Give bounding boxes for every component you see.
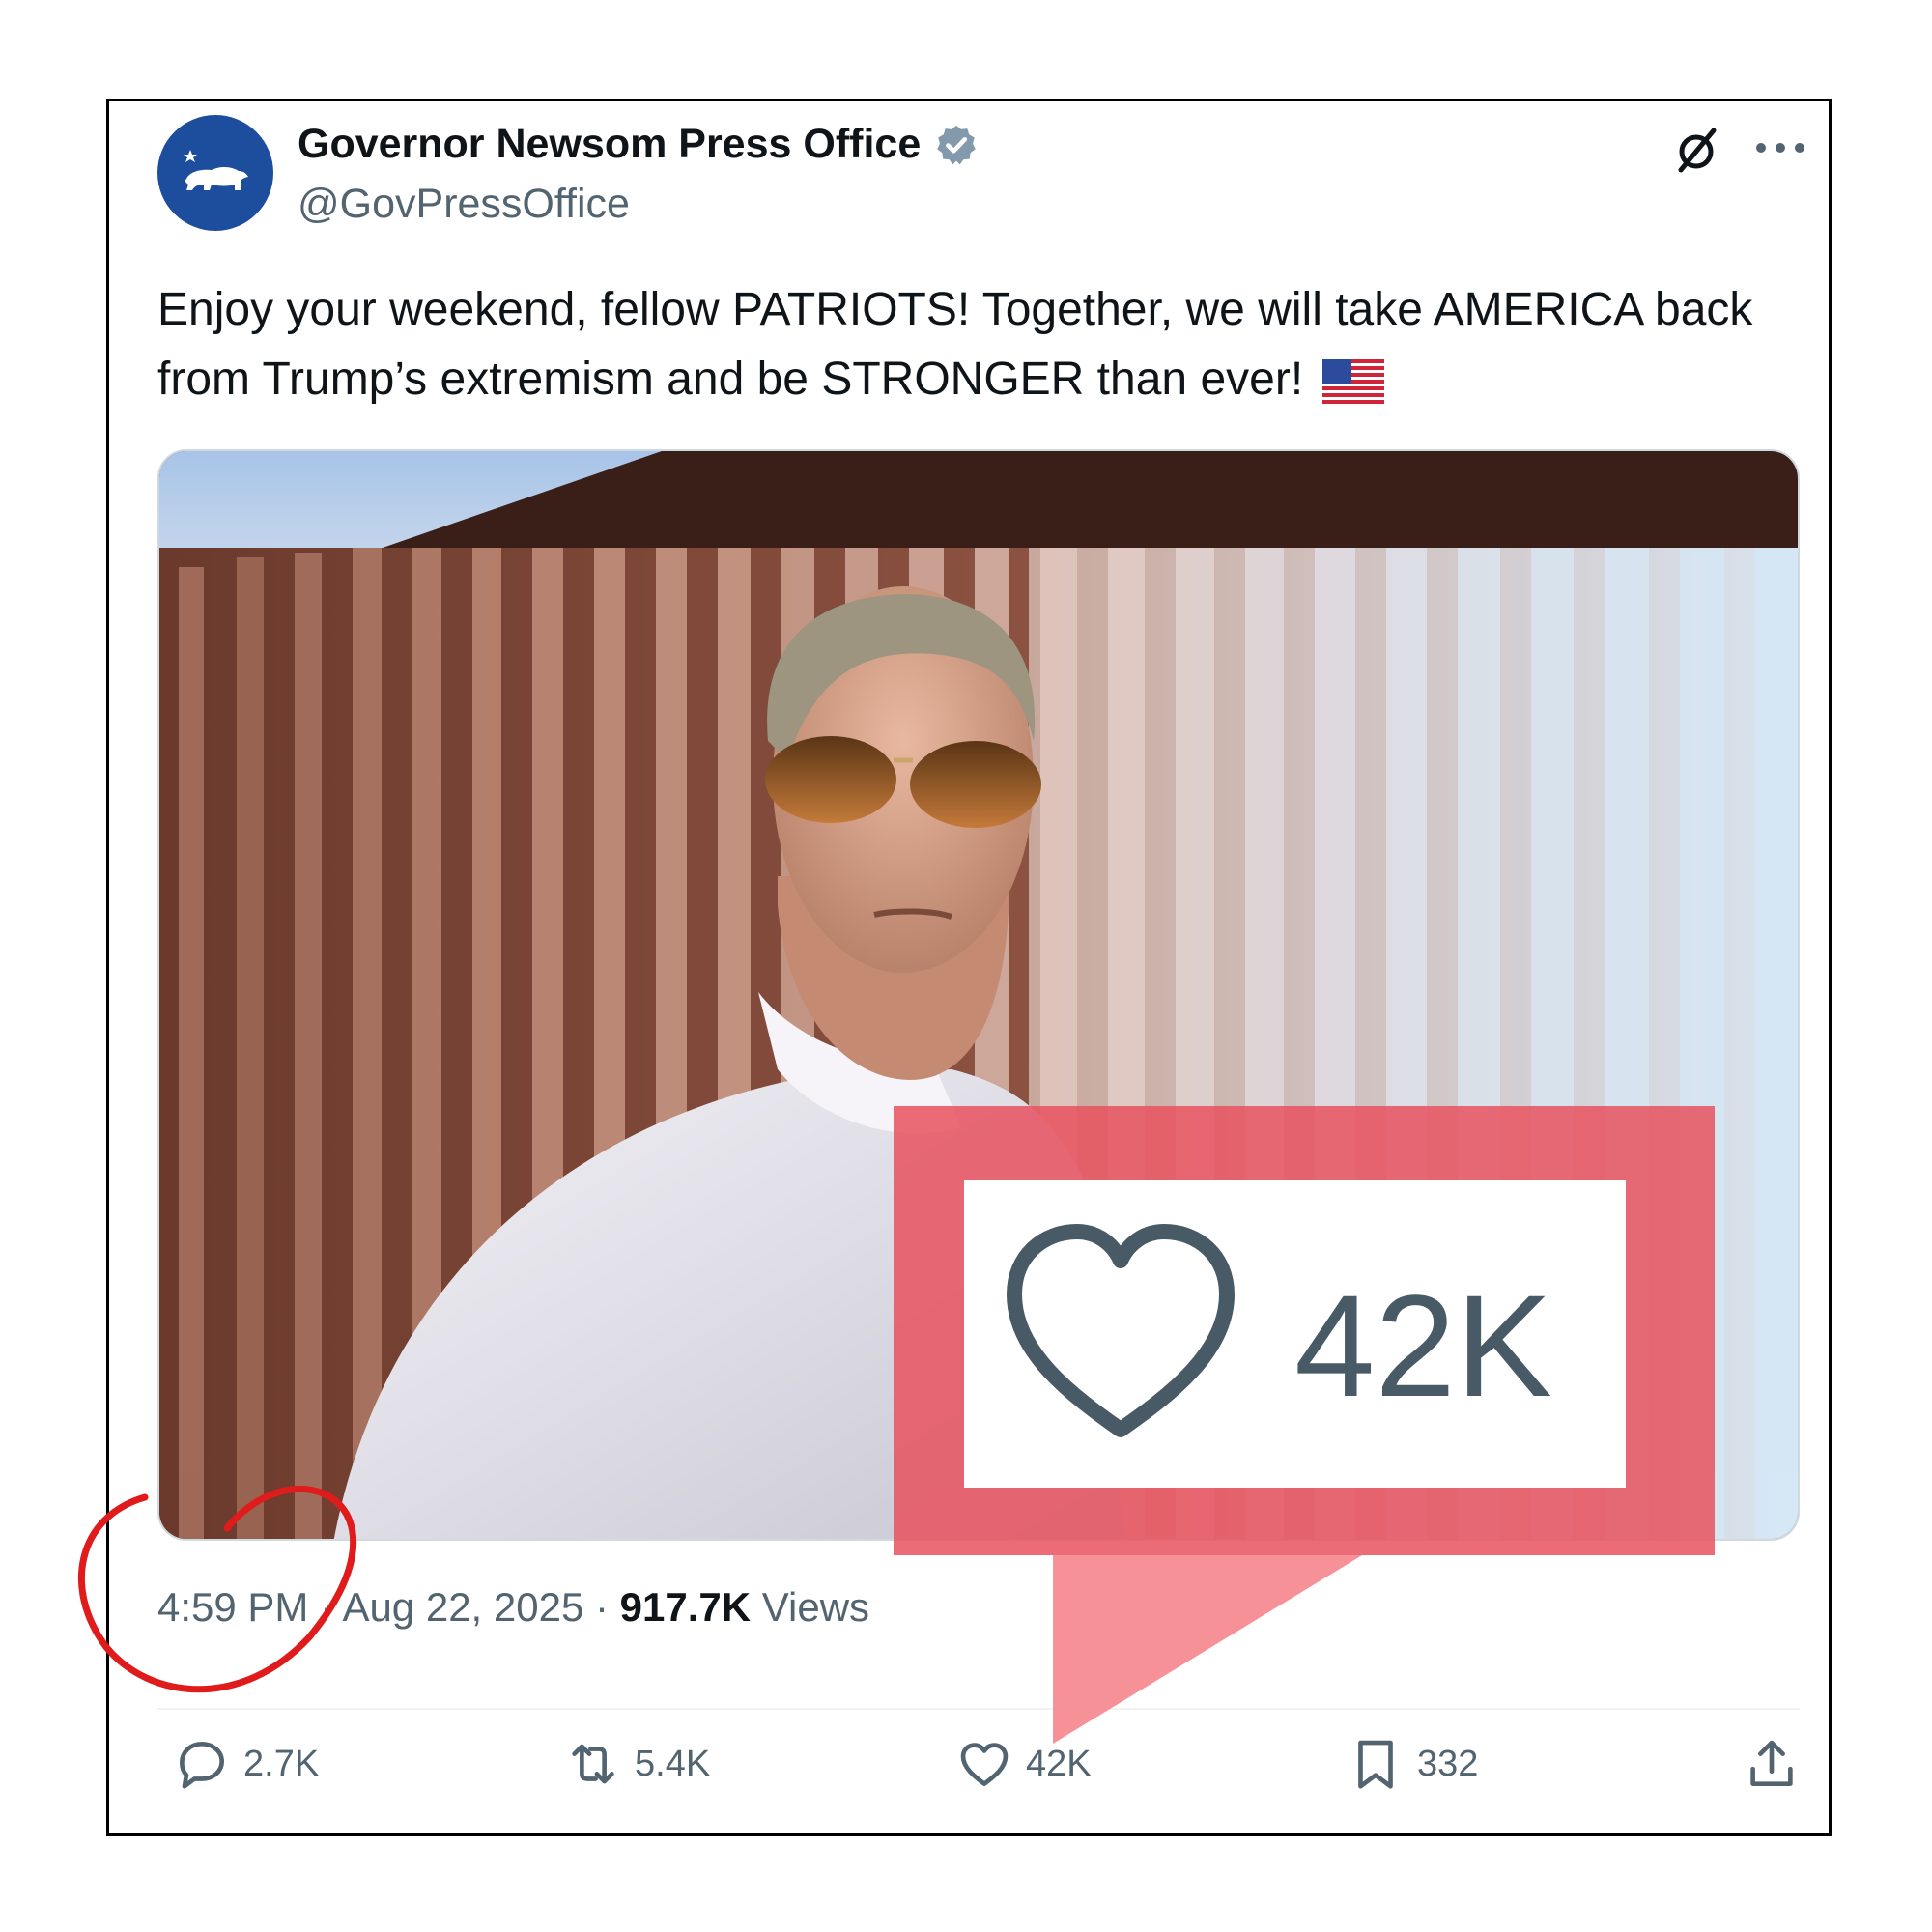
avatar[interactable] [157,115,273,231]
reply-count: 2.7K [243,1743,320,1784]
separator: · [583,1584,620,1630]
divider [157,1708,1800,1710]
reply-icon [180,1742,224,1789]
tweet-text: Enjoy your weekend, fellow PATRIOTS! Tog… [157,275,1800,414]
tweet-body: Enjoy your weekend, fellow PATRIOTS! Tog… [157,284,1753,405]
tweet-meta: 4:59 PM · Aug 22, 2025 · 917.7K Views [157,1584,869,1631]
tweet-card: Governor Newsom Press Office @GovPressOf… [106,99,1832,1836]
verified-badge-icon[interactable] [934,123,979,167]
display-name[interactable]: Governor Newsom Press Office [298,121,921,168]
tweet-time[interactable]: 4:59 PM [157,1584,308,1630]
share-button[interactable] [1742,1734,1802,1794]
california-bear-icon [184,150,248,190]
more-options-icon[interactable] [1751,128,1809,167]
views-label: Views [761,1584,870,1630]
views-count: 917.7K [619,1584,752,1630]
like-count: 42K [1026,1743,1092,1784]
bookmark-button[interactable]: 332 [1346,1734,1478,1794]
grok-icon[interactable] [1671,125,1721,175]
handle[interactable]: @GovPressOffice [298,181,630,228]
tweet-photo[interactable] [157,449,1800,1541]
bookmark-count: 332 [1417,1743,1479,1784]
repost-button[interactable]: 5.4K [563,1734,710,1794]
action-bar: 2.7K 5.4K 42K 332 [157,1734,1800,1811]
reply-button[interactable]: 2.7K [172,1734,319,1794]
us-flag-emoji-icon [1321,359,1384,405]
tweet-date[interactable]: Aug 22, 2025 [342,1584,583,1630]
bookmark-icon [1358,1740,1393,1789]
heart-icon [960,1743,1009,1786]
like-button[interactable]: 42K [954,1734,1092,1794]
repost-icon [572,1744,614,1784]
share-icon [1750,1740,1793,1786]
repost-count: 5.4K [635,1743,711,1784]
separator: · [308,1584,343,1630]
